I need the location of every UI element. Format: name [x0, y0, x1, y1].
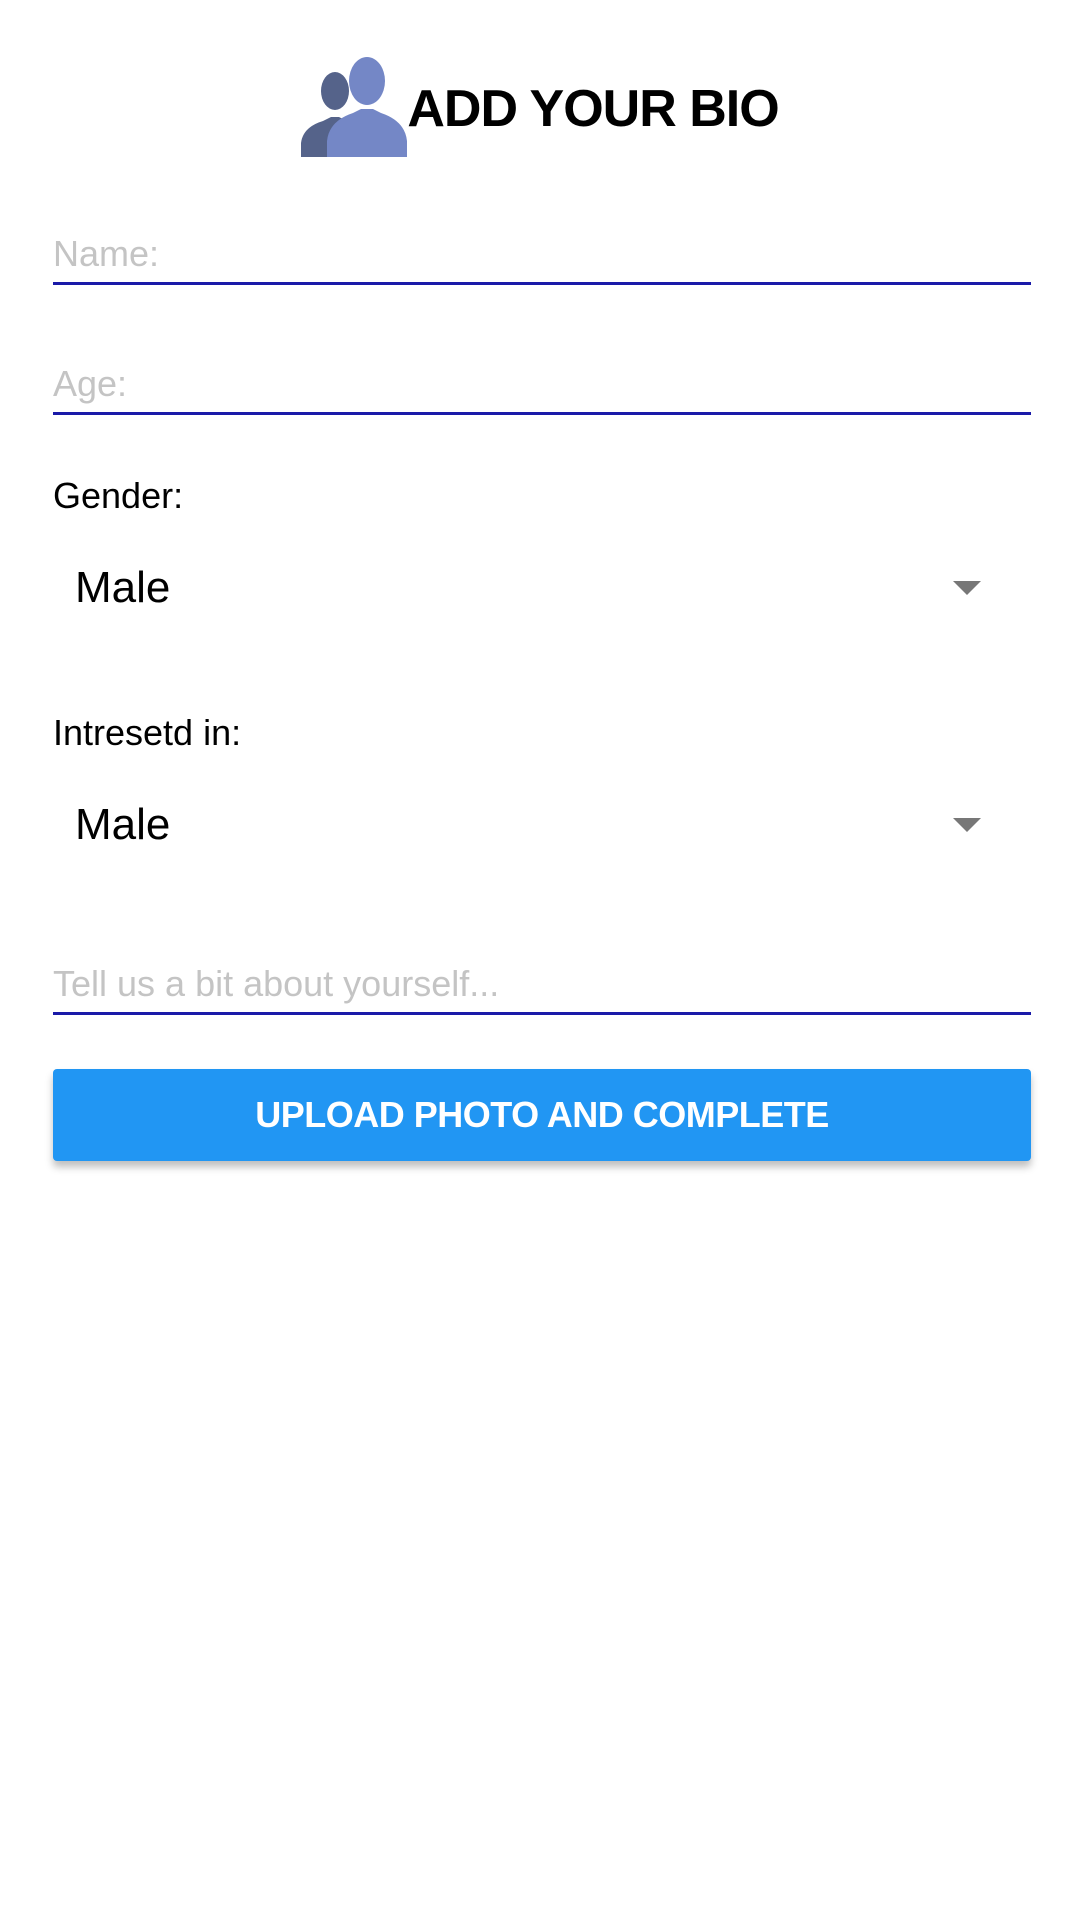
name-input[interactable]	[53, 225, 1031, 285]
about-input[interactable]	[53, 955, 1031, 1015]
page-header: ADD YOUR BIO	[0, 52, 1080, 162]
interested-in-select-value: Male	[75, 800, 171, 849]
gender-select[interactable]: Male	[53, 548, 1031, 628]
page-title: ADD YOUR BIO	[407, 80, 779, 138]
interested-in-label: Intresetd in:	[53, 712, 242, 753]
interested-in-select[interactable]: Male	[53, 785, 1031, 865]
age-input[interactable]	[53, 355, 1031, 415]
dropdown-arrow-icon	[953, 581, 981, 595]
gender-label: Gender:	[53, 475, 184, 516]
dropdown-arrow-icon	[953, 818, 981, 832]
gender-select-value: Male	[75, 563, 171, 612]
upload-photo-complete-button[interactable]: UPLOAD PHOTO AND COMPLETE	[53, 1069, 1031, 1161]
users-icon	[301, 57, 408, 157]
